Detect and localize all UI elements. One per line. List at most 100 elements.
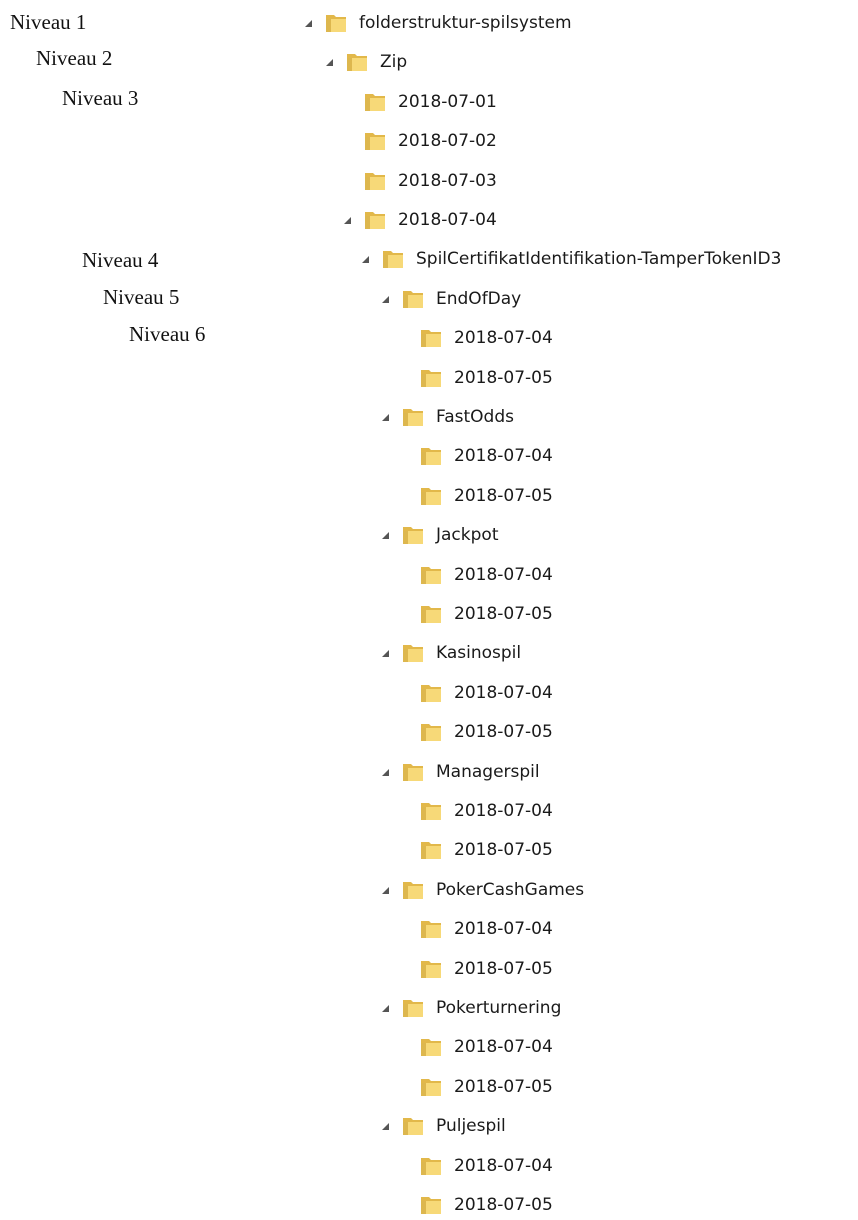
expanded-arrow-icon[interactable] bbox=[340, 213, 354, 227]
folder-icon bbox=[418, 798, 444, 824]
folder-icon bbox=[362, 168, 388, 194]
tree-row-date[interactable]: 2018-07-01 bbox=[362, 87, 497, 117]
folder-label: 2018-07-02 bbox=[398, 131, 497, 151]
folder-icon bbox=[362, 128, 388, 154]
tree-row-category[interactable]: FastOdds bbox=[378, 402, 514, 432]
folder-icon bbox=[418, 1034, 444, 1060]
tree-row-category-date[interactable]: 2018-07-04 bbox=[418, 914, 553, 944]
tree-row-category-date[interactable]: 2018-07-04 bbox=[418, 441, 553, 471]
folder-icon bbox=[418, 1074, 444, 1100]
expanded-arrow-icon[interactable] bbox=[378, 292, 392, 306]
folder-icon bbox=[400, 759, 426, 785]
folder-label: 2018-07-04 bbox=[454, 683, 553, 703]
expanded-arrow-icon[interactable] bbox=[378, 646, 392, 660]
tree-row-category-date[interactable]: 2018-07-05 bbox=[418, 599, 553, 629]
expanded-arrow-icon[interactable] bbox=[378, 765, 392, 779]
folder-label: 2018-07-05 bbox=[454, 1077, 553, 1097]
tree-row-category-date[interactable]: 2018-07-04 bbox=[418, 796, 553, 826]
folder-label: 2018-07-05 bbox=[454, 486, 553, 506]
tree-row-certificate[interactable]: SpilCertifikatIdentifikation-TamperToken… bbox=[358, 244, 781, 274]
folder-label: 2018-07-01 bbox=[398, 92, 497, 112]
folder-icon bbox=[362, 89, 388, 115]
folder-label: 2018-07-04 bbox=[454, 565, 553, 585]
expanded-arrow-icon[interactable] bbox=[378, 528, 392, 542]
tree-row-date[interactable]: 2018-07-03 bbox=[362, 166, 497, 196]
level-label-2: Niveau 2 bbox=[36, 46, 113, 70]
expanded-arrow-icon[interactable] bbox=[378, 1001, 392, 1015]
expanded-arrow-icon[interactable] bbox=[358, 252, 372, 266]
folder-icon bbox=[400, 522, 426, 548]
folder-label: SpilCertifikatIdentifikation-TamperToken… bbox=[416, 249, 782, 269]
folder-icon bbox=[400, 286, 426, 312]
folder-icon bbox=[418, 443, 444, 469]
tree-row-category-date[interactable]: 2018-07-05 bbox=[418, 954, 553, 984]
folder-label: 2018-07-04 bbox=[398, 210, 497, 230]
folder-icon bbox=[418, 837, 444, 863]
folder-icon bbox=[362, 207, 388, 233]
expanded-arrow-icon[interactable] bbox=[322, 55, 336, 69]
tree-row-category-date[interactable]: 2018-07-05 bbox=[418, 481, 553, 511]
folder-icon bbox=[380, 246, 406, 272]
tree-row-category-date[interactable]: 2018-07-04 bbox=[418, 560, 553, 590]
level-label-4: Niveau 4 bbox=[82, 248, 159, 272]
tree-row-category-date[interactable]: 2018-07-05 bbox=[418, 363, 553, 393]
tree-row-category[interactable]: Puljespil bbox=[378, 1111, 506, 1141]
level-label-1: Niveau 1 bbox=[10, 10, 87, 34]
folder-label: PokerCashGames bbox=[436, 880, 585, 900]
tree-row-zip[interactable]: Zip bbox=[322, 47, 407, 77]
folder-label: 2018-07-03 bbox=[398, 171, 497, 191]
tree-row-category[interactable]: Kasinospil bbox=[378, 638, 521, 668]
expanded-arrow-icon[interactable] bbox=[378, 410, 392, 424]
folder-label: Zip bbox=[380, 52, 408, 72]
folder-icon bbox=[400, 877, 426, 903]
folder-icon bbox=[418, 483, 444, 509]
expanded-arrow-icon[interactable] bbox=[301, 16, 315, 30]
tree-row-category[interactable]: PokerCashGames bbox=[378, 875, 584, 905]
folder-icon bbox=[418, 680, 444, 706]
tree-row-category[interactable]: Jackpot bbox=[378, 520, 498, 550]
folder-label: FastOdds bbox=[436, 407, 514, 427]
folder-label: 2018-07-05 bbox=[454, 840, 553, 860]
tree-row-category-date[interactable]: 2018-07-04 bbox=[418, 323, 553, 353]
folder-label: Puljespil bbox=[436, 1116, 506, 1136]
tree-row-category[interactable]: Managerspil bbox=[378, 757, 540, 787]
folder-label: Managerspil bbox=[436, 762, 540, 782]
folder-icon bbox=[418, 1153, 444, 1179]
tree-row-date[interactable]: 2018-07-02 bbox=[362, 126, 497, 156]
tree-row-category-date[interactable]: 2018-07-05 bbox=[418, 717, 553, 747]
folder-icon bbox=[323, 10, 349, 36]
folder-label: EndOfDay bbox=[436, 289, 522, 309]
tree-row-category[interactable]: EndOfDay bbox=[378, 284, 521, 314]
folder-icon bbox=[418, 1192, 444, 1218]
level-label-6: Niveau 6 bbox=[129, 322, 206, 346]
folder-label: Pokerturnering bbox=[436, 998, 562, 1018]
folder-label: 2018-07-04 bbox=[454, 1156, 553, 1176]
tree-row-root[interactable]: folderstruktur-spilsystem bbox=[301, 8, 572, 38]
folder-icon bbox=[400, 640, 426, 666]
tree-row-category-date[interactable]: 2018-07-04 bbox=[418, 1032, 553, 1062]
folder-label: 2018-07-04 bbox=[454, 801, 553, 821]
folder-label: 2018-07-04 bbox=[454, 446, 553, 466]
tree-row-category-date[interactable]: 2018-07-05 bbox=[418, 835, 553, 865]
tree-row-category-date[interactable]: 2018-07-05 bbox=[418, 1072, 553, 1102]
folder-icon bbox=[418, 916, 444, 942]
tree-row-category-date[interactable]: 2018-07-04 bbox=[418, 678, 553, 708]
expanded-arrow-icon[interactable] bbox=[378, 883, 392, 897]
tree-row-category-date[interactable]: 2018-07-05 bbox=[418, 1190, 553, 1220]
folder-label: 2018-07-05 bbox=[454, 1195, 553, 1215]
folder-label: Kasinospil bbox=[436, 643, 522, 663]
folder-icon bbox=[400, 995, 426, 1021]
tree-row-category[interactable]: Pokerturnering bbox=[378, 993, 561, 1023]
level-label-5: Niveau 5 bbox=[103, 285, 180, 309]
tree-row-category-date[interactable]: 2018-07-04 bbox=[418, 1151, 553, 1181]
tree-row-date[interactable]: 2018-07-04 bbox=[340, 205, 497, 235]
folder-label: 2018-07-04 bbox=[454, 328, 553, 348]
expanded-arrow-icon[interactable] bbox=[378, 1119, 392, 1133]
folder-label: Jackpot bbox=[436, 525, 499, 545]
folder-icon bbox=[400, 404, 426, 430]
folder-icon bbox=[418, 956, 444, 982]
folder-icon bbox=[400, 1113, 426, 1139]
folder-icon bbox=[344, 49, 370, 75]
folder-label: 2018-07-04 bbox=[454, 919, 553, 939]
level-label-3: Niveau 3 bbox=[62, 86, 139, 110]
